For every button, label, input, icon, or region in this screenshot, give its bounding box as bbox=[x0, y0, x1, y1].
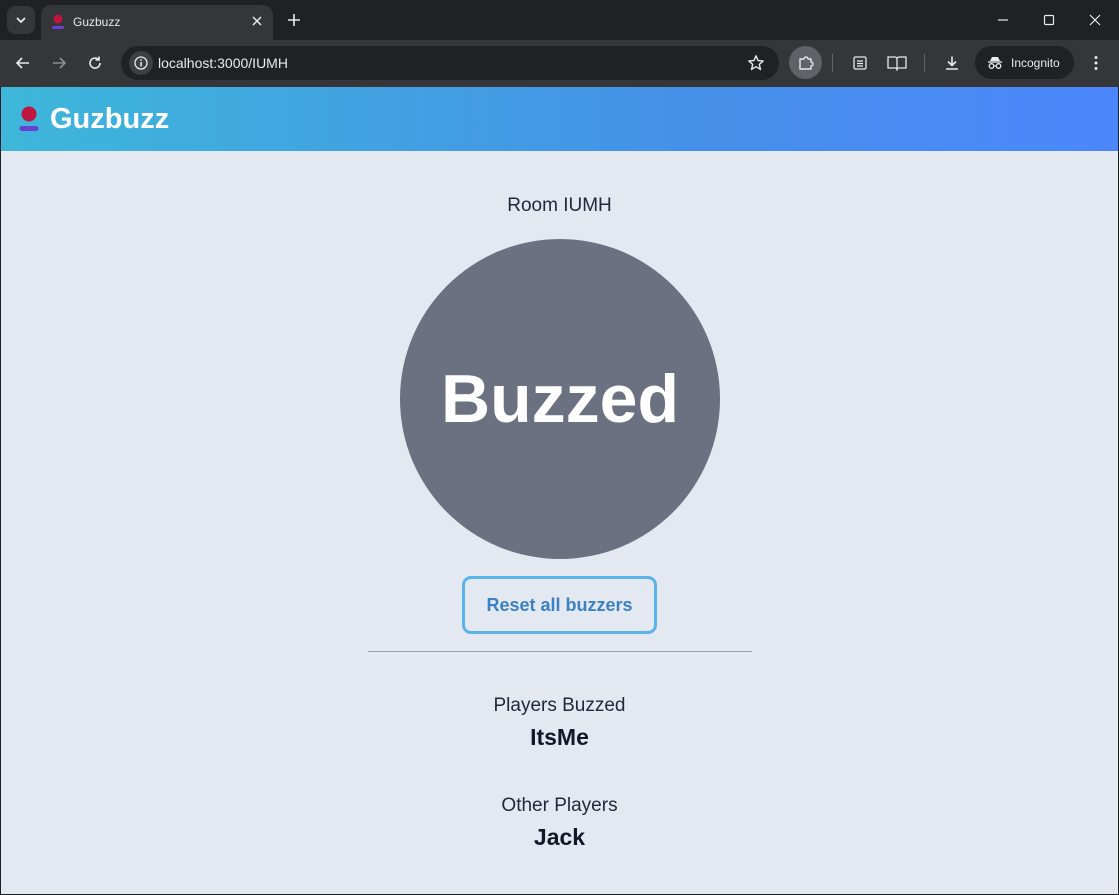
divider bbox=[368, 651, 752, 652]
reader-mode-button[interactable] bbox=[884, 50, 910, 76]
bookmark-star-icon[interactable] bbox=[747, 54, 765, 72]
minimize-icon bbox=[998, 19, 1008, 21]
address-bar[interactable]: localhost:3000/IUMH bbox=[121, 46, 779, 80]
reload-button[interactable] bbox=[82, 50, 108, 76]
incognito-button[interactable]: Incognito bbox=[975, 46, 1074, 79]
page-content: Guzbuzz Room IUMH Buzzed Reset all buzze… bbox=[1, 87, 1118, 894]
buzzed-player-name: ItsMe bbox=[530, 724, 589, 750]
arrow-right-icon bbox=[53, 57, 67, 69]
other-players-label: Other Players bbox=[501, 795, 618, 816]
close-icon bbox=[1089, 14, 1101, 26]
incognito-icon bbox=[988, 56, 1002, 69]
maximize-button[interactable] bbox=[1026, 0, 1072, 40]
app-favicon-icon bbox=[52, 14, 64, 29]
toolbar-separator bbox=[832, 54, 833, 72]
browser-menu-button[interactable] bbox=[1083, 50, 1109, 76]
back-button[interactable] bbox=[10, 50, 36, 76]
tab-title: Guzbuzz bbox=[73, 15, 121, 29]
browser-tab[interactable]: Guzbuzz bbox=[41, 5, 273, 40]
downloads-button[interactable] bbox=[939, 50, 965, 76]
tab-strip: Guzbuzz bbox=[0, 0, 1119, 40]
other-player-name: Jack bbox=[533, 824, 586, 850]
site-info-button[interactable] bbox=[129, 51, 153, 75]
players-buzzed-label: Players Buzzed bbox=[493, 695, 626, 716]
reload-icon bbox=[89, 56, 101, 69]
download-icon bbox=[946, 56, 958, 70]
forward-button[interactable] bbox=[46, 50, 72, 76]
chevron-down-icon bbox=[16, 17, 26, 24]
maximize-icon bbox=[1043, 14, 1055, 26]
window-close-button[interactable] bbox=[1072, 0, 1118, 40]
puzzle-icon bbox=[798, 55, 814, 70]
reading-list-button[interactable] bbox=[847, 50, 873, 76]
info-icon bbox=[134, 56, 148, 70]
more-vertical-icon bbox=[1094, 56, 1098, 70]
list-icon bbox=[853, 56, 867, 70]
close-tab-icon[interactable] bbox=[249, 13, 265, 29]
browser-toolbar: localhost:3000/IUMH Incognito bbox=[0, 40, 1119, 87]
app-logo-icon bbox=[19, 106, 39, 131]
buzzer-label: Buzzed bbox=[441, 361, 679, 437]
new-tab-icon[interactable] bbox=[284, 10, 304, 30]
app-header: Guzbuzz bbox=[1, 87, 1118, 151]
incognito-label: Incognito bbox=[1011, 55, 1060, 70]
url-text[interactable]: localhost:3000/IUMH bbox=[158, 55, 288, 71]
room-title: Room IUMH bbox=[507, 195, 612, 216]
toolbar-separator bbox=[924, 54, 925, 72]
extensions-button[interactable] bbox=[789, 46, 822, 79]
book-icon bbox=[887, 56, 907, 71]
reset-all-buzzers-button[interactable]: Reset all buzzers bbox=[462, 576, 657, 634]
tab-search-button[interactable] bbox=[7, 6, 35, 34]
minimize-button[interactable] bbox=[980, 0, 1026, 40]
buzzer-button[interactable]: Buzzed bbox=[400, 239, 720, 559]
arrow-left-icon bbox=[15, 57, 29, 69]
app-brand[interactable]: Guzbuzz bbox=[50, 103, 169, 136]
